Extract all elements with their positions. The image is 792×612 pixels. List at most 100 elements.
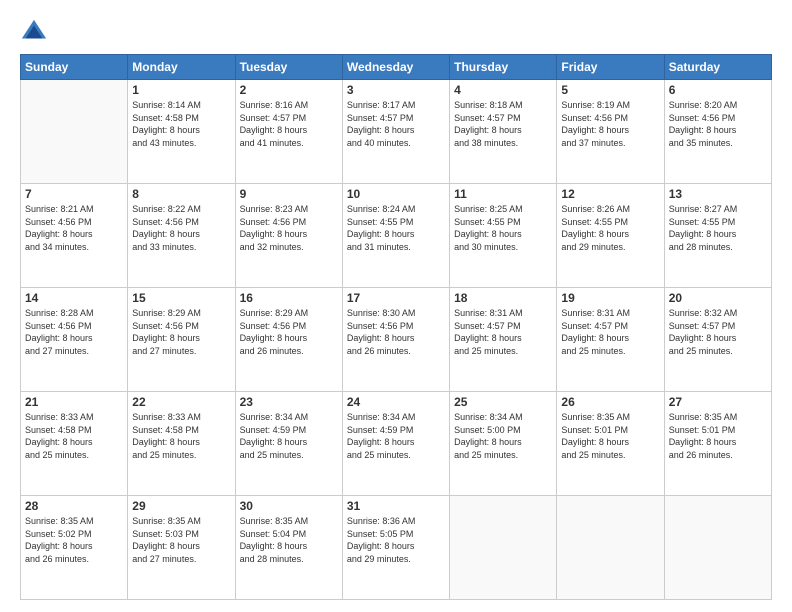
col-header-thursday: Thursday (450, 55, 557, 80)
day-number: 30 (240, 499, 338, 513)
day-number: 2 (240, 83, 338, 97)
col-header-saturday: Saturday (664, 55, 771, 80)
day-info: Sunrise: 8:35 AMSunset: 5:01 PMDaylight:… (561, 411, 659, 461)
logo (20, 18, 52, 46)
day-number: 27 (669, 395, 767, 409)
calendar-cell: 31 Sunrise: 8:36 AMSunset: 5:05 PMDayligh… (342, 496, 449, 600)
calendar-cell: 15Sunrise: 8:29 AMSunset: 4:56 PMDayligh… (128, 288, 235, 392)
day-info: Sunrise: 8:21 AMSunset: 4:56 PMDaylight:… (25, 203, 123, 253)
day-number: 28 (25, 499, 123, 513)
day-number: 1 (132, 83, 230, 97)
day-info: Sunrise: 8:31 AMSunset: 4:57 PMDaylight:… (454, 307, 552, 357)
calendar-cell: 22 Sunrise: 8:33 AMSunset: 4:58 PMDayligh… (128, 392, 235, 496)
day-number: 25 (454, 395, 552, 409)
calendar-cell: 7 Sunrise: 8:21 AMSunset: 4:56 PMDaylight… (21, 184, 128, 288)
calendar-cell: 2 Sunrise: 8:16 AMSunset: 4:57 PMDaylight… (235, 80, 342, 184)
calendar-cell (450, 496, 557, 600)
day-number: 18 (454, 291, 552, 305)
day-number: 12 (561, 187, 659, 201)
day-number: 26 (561, 395, 659, 409)
day-number: 5 (561, 83, 659, 97)
day-number: 6 (669, 83, 767, 97)
day-number: 19 (561, 291, 659, 305)
day-info: Sunrise: 8:35 AMSunset: 5:03 PMDaylight:… (132, 515, 230, 565)
day-info: Sunrise: 8:25 AMSunset: 4:55 PMDaylight:… (454, 203, 552, 253)
col-header-monday: Monday (128, 55, 235, 80)
day-number: 3 (347, 83, 445, 97)
day-info: Sunrise: 8:20 AMSunset: 4:56 PMDaylight:… (669, 99, 767, 149)
day-info: Sunrise: 8:24 AMSunset: 4:55 PMDaylight:… (347, 203, 445, 253)
day-info: Sunrise: 8:33 AMSunset: 4:58 PMDaylight:… (25, 411, 123, 461)
day-info: Sunrise: 8:35 AMSunset: 5:02 PMDaylight:… (25, 515, 123, 565)
day-info: Sunrise: 8:27 AMSunset: 4:55 PMDaylight:… (669, 203, 767, 253)
col-header-wednesday: Wednesday (342, 55, 449, 80)
header (20, 18, 772, 46)
day-number: 10 (347, 187, 445, 201)
day-number: 23 (240, 395, 338, 409)
week-row-1: 1 Sunrise: 8:14 AMSunset: 4:58 PMDaylight… (21, 80, 772, 184)
calendar-cell: 25 Sunrise: 8:34 AMSunset: 5:00 PMDayligh… (450, 392, 557, 496)
day-number: 24 (347, 395, 445, 409)
day-info: Sunrise: 8:17 AMSunset: 4:57 PMDaylight:… (347, 99, 445, 149)
week-row-4: 21 Sunrise: 8:33 AMSunset: 4:58 PMDayligh… (21, 392, 772, 496)
calendar-cell: 14 Sunrise: 8:28 AMSunset: 4:56 PMDayligh… (21, 288, 128, 392)
day-number: 14 (25, 291, 123, 305)
calendar-cell: 12 Sunrise: 8:26 AMSunset: 4:55 PMDayligh… (557, 184, 664, 288)
day-number: 17 (347, 291, 445, 305)
calendar-cell: 30 Sunrise: 8:35 AMSunset: 5:04 PMDayligh… (235, 496, 342, 600)
calendar-cell: 23Sunrise: 8:34 AMSunset: 4:59 PMDayligh… (235, 392, 342, 496)
calendar-cell: 16 Sunrise: 8:29 AMSunset: 4:56 PMDayligh… (235, 288, 342, 392)
calendar-cell: 26 Sunrise: 8:35 AMSunset: 5:01 PMDayligh… (557, 392, 664, 496)
day-info: Sunrise: 8:32 AMSunset: 4:57 PMDaylight:… (669, 307, 767, 357)
day-info: Sunrise: 8:22 AMSunset: 4:56 PMDaylight:… (132, 203, 230, 253)
calendar-cell: 20Sunrise: 8:32 AMSunset: 4:57 PMDayligh… (664, 288, 771, 392)
day-info: Sunrise: 8:35 AMSunset: 5:04 PMDaylight:… (240, 515, 338, 565)
day-number: 11 (454, 187, 552, 201)
calendar-cell: 10 Sunrise: 8:24 AMSunset: 4:55 PMDayligh… (342, 184, 449, 288)
calendar-cell: 29Sunrise: 8:35 AMSunset: 5:03 PMDayligh… (128, 496, 235, 600)
day-info: Sunrise: 8:28 AMSunset: 4:56 PMDaylight:… (25, 307, 123, 357)
day-info: Sunrise: 8:30 AMSunset: 4:56 PMDaylight:… (347, 307, 445, 357)
day-info: Sunrise: 8:19 AMSunset: 4:56 PMDaylight:… (561, 99, 659, 149)
day-number: 4 (454, 83, 552, 97)
day-info: Sunrise: 8:34 AMSunset: 5:00 PMDaylight:… (454, 411, 552, 461)
calendar-cell: 19 Sunrise: 8:31 AMSunset: 4:57 PMDayligh… (557, 288, 664, 392)
week-row-2: 7 Sunrise: 8:21 AMSunset: 4:56 PMDaylight… (21, 184, 772, 288)
day-info: Sunrise: 8:31 AMSunset: 4:57 PMDaylight:… (561, 307, 659, 357)
day-info: Sunrise: 8:14 AMSunset: 4:58 PMDaylight:… (132, 99, 230, 149)
day-info: Sunrise: 8:33 AMSunset: 4:58 PMDaylight:… (132, 411, 230, 461)
calendar-cell: 8 Sunrise: 8:22 AMSunset: 4:56 PMDaylight… (128, 184, 235, 288)
day-info: Sunrise: 8:29 AMSunset: 4:56 PMDaylight:… (132, 307, 230, 357)
day-info: Sunrise: 8:35 AMSunset: 5:01 PMDaylight:… (669, 411, 767, 461)
col-header-sunday: Sunday (21, 55, 128, 80)
day-number: 8 (132, 187, 230, 201)
calendar-cell: 18 Sunrise: 8:31 AMSunset: 4:57 PMDayligh… (450, 288, 557, 392)
day-number: 16 (240, 291, 338, 305)
calendar-cell: 11 Sunrise: 8:25 AMSunset: 4:55 PMDayligh… (450, 184, 557, 288)
day-number: 31 (347, 499, 445, 513)
header-row: SundayMondayTuesdayWednesdayThursdayFrid… (21, 55, 772, 80)
day-number: 22 (132, 395, 230, 409)
day-info: Sunrise: 8:29 AMSunset: 4:56 PMDaylight:… (240, 307, 338, 357)
day-info: Sunrise: 8:34 AMSunset: 4:59 PMDaylight:… (347, 411, 445, 461)
calendar-cell (21, 80, 128, 184)
day-info: Sunrise: 8:16 AMSunset: 4:57 PMDaylight:… (240, 99, 338, 149)
calendar-cell: 3 Sunrise: 8:17 AMSunset: 4:57 PMDaylight… (342, 80, 449, 184)
calendar-cell: 1 Sunrise: 8:14 AMSunset: 4:58 PMDaylight… (128, 80, 235, 184)
calendar-cell: 13Sunrise: 8:27 AMSunset: 4:55 PMDayligh… (664, 184, 771, 288)
calendar-cell (664, 496, 771, 600)
page: SundayMondayTuesdayWednesdayThursdayFrid… (0, 0, 792, 612)
calendar-cell: 28 Sunrise: 8:35 AMSunset: 5:02 PMDayligh… (21, 496, 128, 600)
calendar-cell: 6 Sunrise: 8:20 AMSunset: 4:56 PMDaylight… (664, 80, 771, 184)
calendar-cell: 9 Sunrise: 8:23 AMSunset: 4:56 PMDaylight… (235, 184, 342, 288)
day-info: Sunrise: 8:36 AMSunset: 5:05 PMDaylight:… (347, 515, 445, 565)
col-header-tuesday: Tuesday (235, 55, 342, 80)
day-info: Sunrise: 8:23 AMSunset: 4:56 PMDaylight:… (240, 203, 338, 253)
day-number: 7 (25, 187, 123, 201)
calendar-cell (557, 496, 664, 600)
day-number: 9 (240, 187, 338, 201)
col-header-friday: Friday (557, 55, 664, 80)
day-number: 21 (25, 395, 123, 409)
day-info: Sunrise: 8:26 AMSunset: 4:55 PMDaylight:… (561, 203, 659, 253)
calendar-cell: 24 Sunrise: 8:34 AMSunset: 4:59 PMDayligh… (342, 392, 449, 496)
